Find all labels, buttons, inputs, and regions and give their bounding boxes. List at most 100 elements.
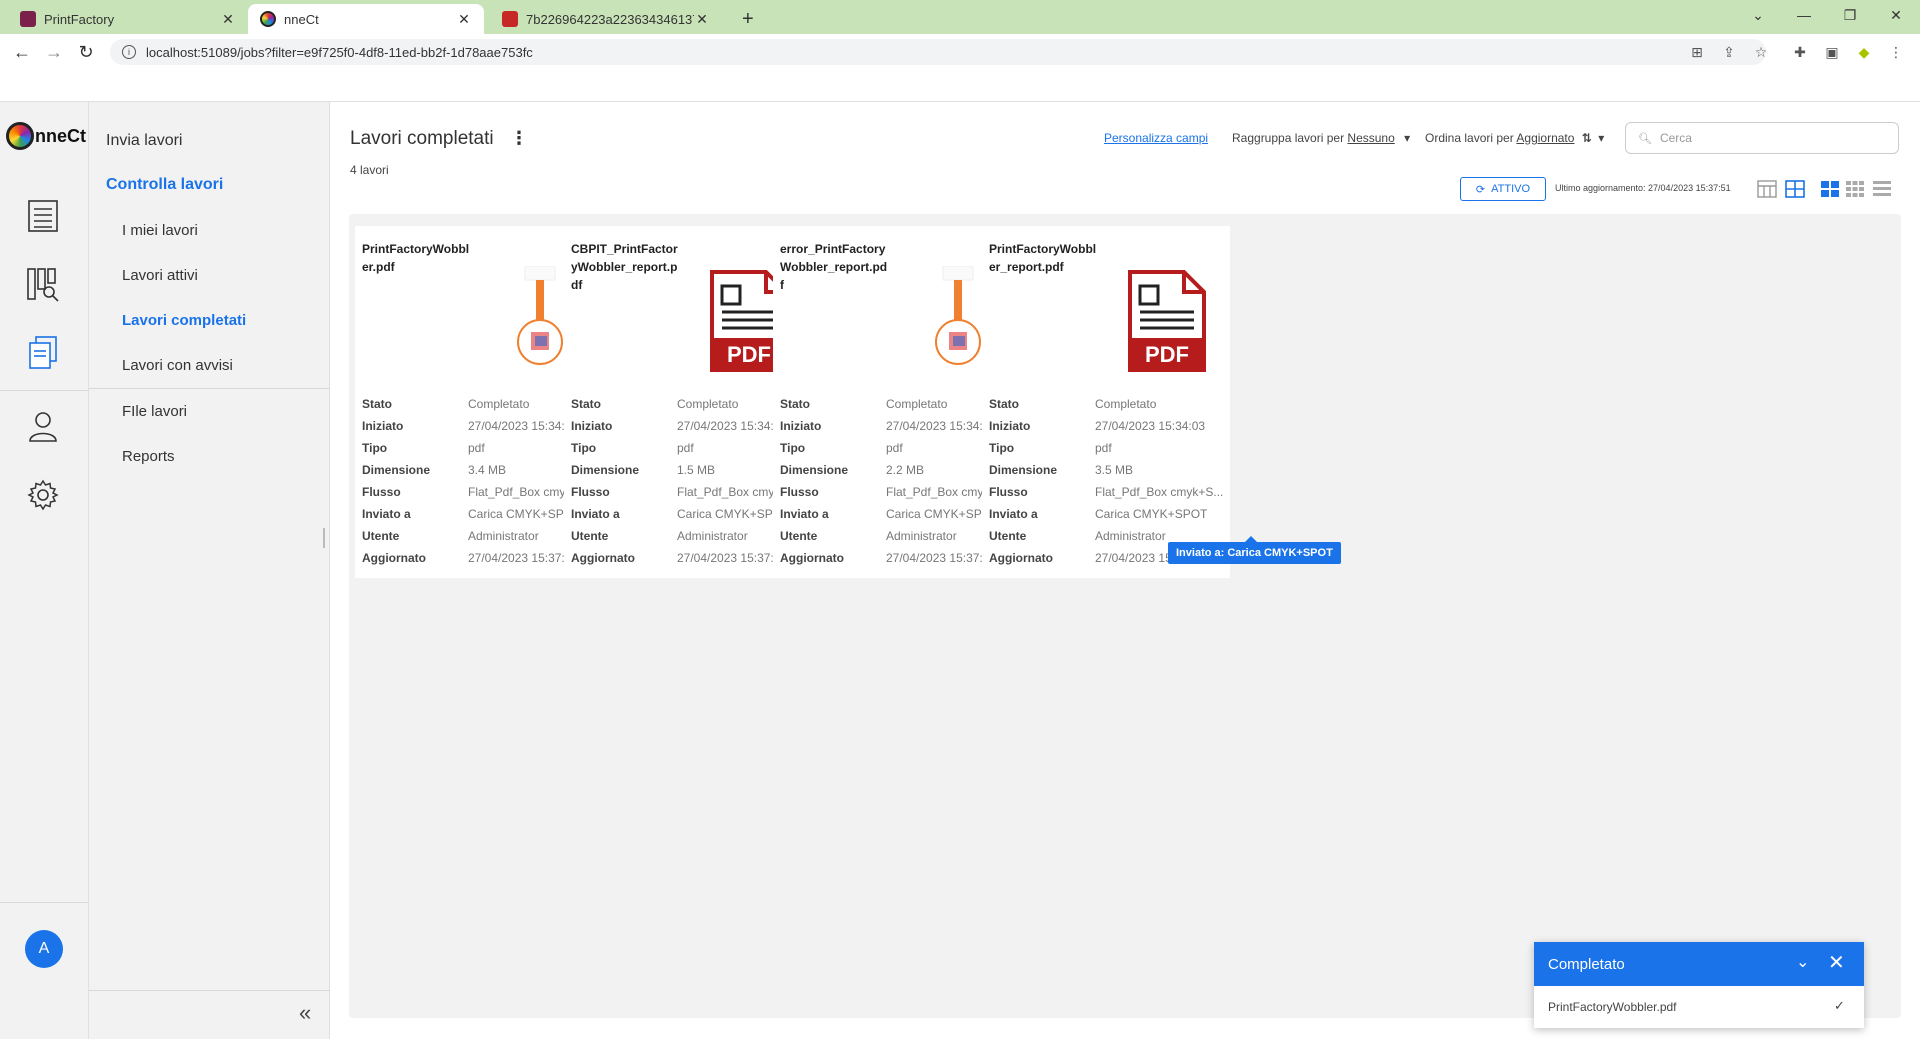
field-label: Iniziato: [989, 419, 1031, 433]
field-label: Iniziato: [362, 419, 404, 433]
job-card-title: CBPIT_PrintFactoryWobbler_report.pdf: [571, 242, 678, 292]
field-label: Iniziato: [571, 419, 613, 433]
tab-printfactory[interactable]: PrintFactory ✕: [8, 4, 248, 34]
browser-menu-icon[interactable]: ⋮: [1886, 42, 1906, 62]
large-tiles-icon[interactable]: [1820, 180, 1840, 198]
side-panel-icon[interactable]: ▣: [1822, 42, 1842, 62]
close-window-icon[interactable]: ✕: [1874, 0, 1918, 30]
translate-icon[interactable]: ⊞: [1687, 42, 1707, 62]
sort-by-control[interactable]: Ordina lavori per Aggiornato ⇅ ▾: [1425, 131, 1604, 145]
tab-title: 7b226964223a2236343461373961: [526, 11, 694, 27]
field-label: Aggiornato: [989, 551, 1053, 565]
field-value: pdf: [1095, 441, 1112, 455]
menu-item-send-jobs[interactable]: Invia lavori: [106, 132, 182, 150]
sort-by-value[interactable]: Aggiornato: [1516, 131, 1574, 145]
jobs-grid: PrintFactoryWobbler.pdf Stato Completato In…: [349, 214, 1901, 1018]
user-icon[interactable]: [26, 409, 60, 443]
group-by-label: Raggruppa lavori per: [1232, 131, 1345, 145]
chevron-down-icon[interactable]: ▾: [1404, 131, 1410, 145]
auto-refresh-toggle[interactable]: ⟳ ATTIVO: [1460, 177, 1546, 201]
job-search-icon[interactable]: [26, 268, 60, 302]
extension-icon[interactable]: ◆: [1854, 42, 1874, 62]
field-label: Utente: [780, 529, 818, 543]
menu-item-my-jobs[interactable]: I miei lavori: [122, 222, 198, 239]
documents-icon[interactable]: [26, 336, 60, 370]
new-tab-button[interactable]: +: [730, 4, 766, 34]
menu-item-job-files[interactable]: FIle lavori: [122, 403, 187, 420]
close-icon[interactable]: ✕: [694, 11, 710, 28]
field-label: Tipo: [780, 441, 806, 455]
menu-item-completed-jobs[interactable]: Lavori completati: [122, 312, 246, 329]
table-view-icon[interactable]: [1757, 180, 1777, 198]
field-label: Stato: [571, 397, 601, 411]
customize-fields-link[interactable]: Personalizza campi: [1104, 131, 1208, 145]
field-label: Inviato a: [780, 507, 829, 521]
tab-search-icon[interactable]: ⌄: [1736, 0, 1780, 30]
reload-icon[interactable]: ↻: [74, 40, 98, 64]
onect-logo[interactable]: nneCt: [6, 122, 86, 150]
notification-item[interactable]: PrintFactoryWobbler.pdf: [1548, 1000, 1677, 1014]
chevron-down-icon[interactable]: ▾: [1598, 131, 1604, 145]
page-title: Lavori completati: [350, 128, 494, 149]
browser-tab-bar: PrintFactory ✕ nneCt ✕ 7b226964223a22363…: [0, 0, 1920, 34]
menu-divider: [89, 388, 330, 389]
menu-item-warning-jobs[interactable]: Lavori con avvisi: [122, 357, 233, 374]
forward-icon[interactable]: →: [42, 40, 66, 64]
field-value: Flat_Pdf_Box cmyk+S...: [1095, 485, 1224, 499]
grid-view-icon[interactable]: [1785, 180, 1805, 198]
share-icon[interactable]: ⇪: [1719, 42, 1739, 62]
job-card-title: PrintFactoryWobbler_report.pdf: [989, 242, 1097, 274]
field-label: Utente: [989, 529, 1027, 543]
search-input[interactable]: 🔍︎ Cerca: [1625, 122, 1899, 154]
avatar[interactable]: A: [25, 930, 63, 968]
close-icon[interactable]: ✕: [456, 11, 472, 28]
group-by-control[interactable]: Raggruppa lavori per Nessuno ▾: [1232, 131, 1410, 145]
collapse-sidebar-icon[interactable]: «: [299, 1000, 311, 1026]
resize-handle[interactable]: [323, 528, 325, 548]
list-view-icon[interactable]: [1872, 180, 1892, 198]
menu-item-active-jobs[interactable]: Lavori attivi: [122, 267, 198, 284]
field-label: Flusso: [362, 485, 401, 499]
field-label: Flusso: [989, 485, 1028, 499]
more-options-icon[interactable]: ⋮: [510, 128, 528, 149]
svg-text:PDF: PDF: [727, 342, 771, 367]
last-update-text: Ultimo aggiornamento: 27/04/2023 15:37:5…: [1555, 183, 1731, 193]
sort-direction-icon[interactable]: ⇅: [1582, 131, 1592, 145]
extensions-icon[interactable]: ✚: [1790, 42, 1810, 62]
search-icon: 🔍︎: [1638, 132, 1652, 145]
field-label: Utente: [362, 529, 400, 543]
bookmark-star-icon[interactable]: ☆: [1751, 42, 1771, 62]
tooltip: Inviato a: Carica CMYK+SPOT: [1168, 542, 1341, 564]
minimize-icon[interactable]: —: [1782, 0, 1826, 30]
field-value: 3.5 MB: [1095, 463, 1134, 477]
field-label: Dimensione: [362, 463, 431, 477]
search-placeholder: Cerca: [1659, 131, 1692, 145]
restore-icon[interactable]: ❐: [1828, 0, 1872, 30]
pdf-file-icon[interactable]: PDF: [1122, 266, 1212, 376]
address-bar: ← → ↻ i localhost:51089/jobs?filter=e9f7…: [0, 34, 1920, 70]
tab-pdf[interactable]: 7b226964223a2236343461373961 ✕: [490, 4, 722, 34]
pdf-favicon-icon: [502, 11, 518, 27]
rail-divider: [0, 390, 89, 391]
field-label: Aggiornato: [780, 551, 844, 565]
close-icon[interactable]: ✕: [220, 11, 236, 28]
back-icon[interactable]: ←: [10, 40, 34, 64]
chevron-down-icon[interactable]: ⌄: [1796, 952, 1809, 972]
tab-onect[interactable]: nneCt ✕: [248, 4, 484, 34]
info-icon[interactable]: i: [122, 45, 136, 59]
small-tiles-icon[interactable]: [1845, 180, 1865, 198]
field-label: Inviato a: [362, 507, 411, 521]
menu-item-check-jobs[interactable]: Controlla lavori: [106, 176, 223, 194]
field-label: Dimensione: [989, 463, 1058, 477]
close-icon[interactable]: ✕: [1828, 950, 1845, 975]
field-label: Tipo: [989, 441, 1015, 455]
settings-gear-icon[interactable]: [26, 478, 60, 512]
notification-title: Completato: [1548, 955, 1625, 973]
navigation-menu: Invia lavori Controlla lavori I miei lav…: [89, 102, 330, 1039]
tab-title: nneCt: [284, 11, 319, 27]
url-field[interactable]: i localhost:51089/jobs?filter=e9f725f0-4…: [110, 39, 1766, 65]
menu-item-reports[interactable]: Reports: [122, 448, 175, 465]
job-card[interactable]: PrintFactoryWobbler_report.pdf PDF Stato Co…: [982, 226, 1230, 578]
job-list-icon[interactable]: [26, 199, 60, 233]
group-by-value[interactable]: Nessuno: [1347, 131, 1394, 145]
